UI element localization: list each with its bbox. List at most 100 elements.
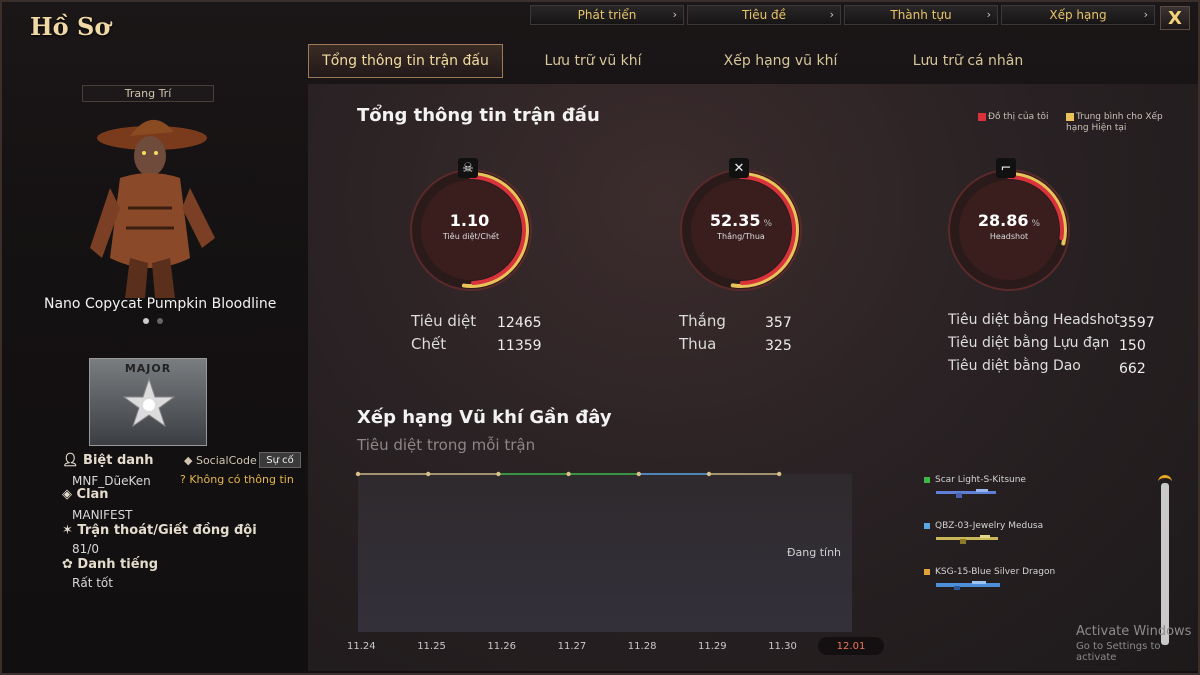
social-code-button[interactable]: Sự cố xyxy=(259,452,301,468)
gauge-inner xyxy=(691,180,791,280)
x-tick-label: 11.26 xyxy=(487,641,517,652)
nickname-text: MNF_DũeKen xyxy=(72,474,151,488)
pending-label: Đang tính xyxy=(787,546,842,559)
decoration-button[interactable]: Trang Trí xyxy=(82,85,214,102)
weapon-line-chart xyxy=(355,471,782,477)
weapon-item[interactable]: KSG-15-Blue Silver Dragon xyxy=(924,567,1084,590)
scroll-thumb[interactable] xyxy=(1161,483,1169,645)
top-menu-development[interactable]: Phát triển › xyxy=(530,5,684,25)
runner-icon: ✶ xyxy=(62,523,78,538)
stat-grenade-value: 150 xyxy=(1119,338,1146,354)
social-code-info-text: Không có thông tin xyxy=(189,473,294,486)
tab-personal-archive[interactable]: Lưu trữ cá nhân xyxy=(878,44,1058,78)
crossed-rifles-icon: ✕ xyxy=(729,158,749,178)
clan-value: MANIFEST xyxy=(72,508,133,522)
character-name: Nano Copycat Pumpkin Bloodline xyxy=(44,296,277,312)
chevron-right-icon: › xyxy=(672,8,677,21)
weapon-swatch xyxy=(924,476,930,483)
rifle-icon xyxy=(936,489,996,498)
carousel-dot[interactable] xyxy=(143,318,149,324)
clan-icon: ◈ xyxy=(62,487,77,502)
x-tick-label: 11.29 xyxy=(698,641,727,652)
weapon-name: KSG-15-Blue Silver Dragon xyxy=(935,567,1056,577)
weapon-swatch xyxy=(924,568,930,575)
series-point xyxy=(566,471,571,477)
scroll-up-arrow[interactable] xyxy=(1158,475,1172,483)
reputation-value: Rất tốt xyxy=(72,576,113,590)
stat-knife-value: 662 xyxy=(1119,361,1146,377)
watermark-line2: Go to Settings to activate xyxy=(1076,641,1161,663)
nickname-label: Biệt danh xyxy=(83,453,154,468)
stat-grenade-label: Tiêu diệt bằng Lựu đạn xyxy=(948,335,1110,351)
gauge-ring xyxy=(948,169,1070,291)
clan-label: Clan xyxy=(76,487,109,502)
x-tick-label: 11.30 xyxy=(768,641,797,652)
carousel-dot[interactable] xyxy=(157,318,163,324)
rifle-icon: ⌐ xyxy=(996,158,1016,178)
selected-date[interactable]: 12.01 xyxy=(818,637,884,655)
close-button[interactable]: X xyxy=(1160,6,1190,30)
top-menu-label: Xếp hạng xyxy=(1049,8,1107,22)
chevron-right-icon: › xyxy=(829,8,834,21)
activate-windows-watermark: Activate Windows Go to Settings to activ… xyxy=(1076,624,1200,663)
rifle-icon xyxy=(936,535,998,544)
weapon-rank-title: Xếp hạng Vũ khí Gần đây xyxy=(357,407,612,428)
stat-wins-label: Thắng xyxy=(679,312,726,330)
weapon-name: QBZ-03-Jewelry Medusa xyxy=(935,521,1044,531)
gauge-label: Thắng/Thua xyxy=(717,232,765,241)
gauge-ring xyxy=(680,169,802,291)
gauge-headshot: 28.86% Headshot xyxy=(944,165,1074,295)
top-menu-ranking[interactable]: Xếp hạng › xyxy=(1001,5,1155,25)
weapon-rank-subtitle: Tiêu diệt trong mỗi trận xyxy=(357,436,536,454)
gauge-value: 28.86% xyxy=(977,211,1041,230)
x-tick-label: 11.24 xyxy=(347,641,376,652)
stat-losses-label: Thua xyxy=(679,335,717,353)
question-icon: ? xyxy=(180,473,190,486)
user-icon: 👤︎ xyxy=(62,453,84,468)
tab-overview[interactable]: Tổng thông tin trận đấu xyxy=(308,44,503,78)
top-menu-label: Tiêu đề xyxy=(741,8,787,22)
series-point xyxy=(636,471,641,477)
character-portrait xyxy=(90,119,215,298)
stat-losses-value: 325 xyxy=(765,338,792,354)
tab-weapon-archive[interactable]: Lưu trữ vũ khí xyxy=(503,44,683,78)
top-menu-label: Phát triển xyxy=(577,8,637,22)
reputation-icon: ✿ xyxy=(62,557,78,572)
gauge-ring xyxy=(410,169,532,291)
weapon-item[interactable]: QBZ-03-Jewelry Medusa xyxy=(924,521,1084,544)
gauge-value: 1.10 xyxy=(449,211,490,230)
desert-text: 81/0 xyxy=(72,542,99,556)
stat-kills-value: 12465 xyxy=(497,315,542,331)
series-point xyxy=(496,471,501,477)
gauge-legend: Đồ thị của tôi xyxy=(978,112,1049,123)
stat-wins-value: 357 xyxy=(765,315,792,331)
top-menu-title[interactable]: Tiêu đề › xyxy=(687,5,841,25)
chevron-right-icon: › xyxy=(986,8,991,21)
stat-headshot-value: 3597 xyxy=(1119,315,1155,331)
reputation-block: ✿ Danh tiếng xyxy=(62,557,158,572)
gauge-winloss: 52.35% Thắng/Thua xyxy=(676,165,806,295)
series-point xyxy=(426,471,431,477)
carousel-dots xyxy=(143,318,163,324)
weapon-name: Scar Light-S-Kitsune xyxy=(935,475,1026,485)
tag-icon: ◆ xyxy=(184,454,196,467)
series-point xyxy=(777,471,782,477)
stat-deaths-label: Chết xyxy=(411,335,447,353)
star-icon xyxy=(122,377,176,428)
weapon-item[interactable]: Scar Light-S-Kitsune xyxy=(924,475,1084,498)
chevron-right-icon: › xyxy=(1143,8,1148,21)
tab-weapon-ranking[interactable]: Xếp hạng vũ khí xyxy=(683,44,878,78)
x-tick-label: 11.27 xyxy=(557,641,587,652)
weapon-swatch xyxy=(924,522,930,529)
gauge-label: Headshot xyxy=(989,232,1029,241)
gauge-value: 52.35% xyxy=(709,211,773,230)
weapon-chart-area xyxy=(358,474,852,632)
watermark-line1: Activate Windows xyxy=(1076,624,1192,639)
social-code-label: ◆ SocialCode xyxy=(184,454,257,467)
stat-knife-label: Tiêu diệt bằng Dao xyxy=(948,358,1081,374)
top-menu-achievement[interactable]: Thành tựu › xyxy=(844,5,998,25)
social-code-text: SocialCode xyxy=(195,454,257,467)
tab-bar: Tổng thông tin trận đấu Lưu trữ vũ khí X… xyxy=(308,44,1058,78)
gauge-legend-avg: Trung bình cho Xếp hạng Hiện tại xyxy=(1066,112,1176,134)
gauge-kd: 1.10 Tiêu diệt/Chết xyxy=(406,165,536,295)
